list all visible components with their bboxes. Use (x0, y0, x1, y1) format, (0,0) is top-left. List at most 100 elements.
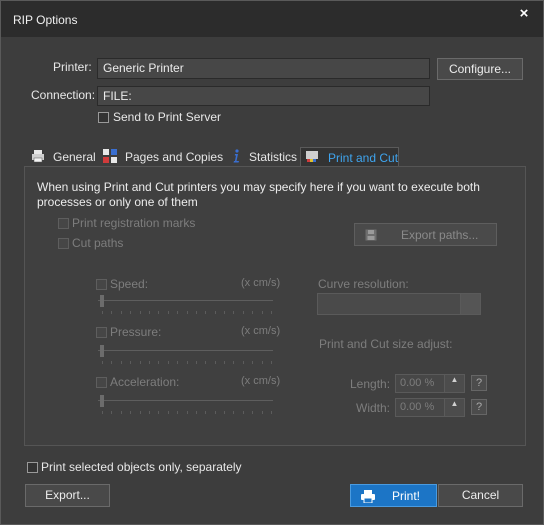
send-to-print-server-checkbox[interactable] (98, 112, 109, 123)
cut-paths-checkbox[interactable] (58, 238, 69, 249)
slider-tick (243, 311, 244, 314)
slider-tick (224, 361, 225, 364)
connection-label: Connection: (31, 88, 96, 102)
floppy-disk-icon (365, 229, 377, 241)
speed-slider-thumb[interactable] (100, 295, 104, 307)
print-selected-only-checkbox[interactable] (27, 462, 38, 473)
slider-tick (215, 311, 216, 314)
slider-tick (158, 411, 159, 414)
configure-button[interactable]: Configure... (437, 58, 523, 80)
print-registration-marks-label: Print registration marks (72, 216, 196, 230)
slider-tick (111, 411, 112, 414)
cancel-button[interactable]: Cancel (438, 484, 523, 507)
slider-tick (102, 361, 103, 364)
printer-icon (361, 490, 375, 503)
speed-slider-ticks (102, 311, 272, 314)
print-selected-only-label: Print selected objects only, separately (41, 460, 242, 474)
width-spinbox[interactable]: 0.00 % ▲ (395, 398, 465, 417)
curve-resolution-select[interactable] (317, 293, 481, 315)
export-paths-button[interactable]: Export paths... (354, 223, 497, 246)
pressure-unit: (x cm/s) (241, 325, 281, 337)
slider-tick (130, 311, 131, 314)
send-to-print-server-label: Send to Print Server (113, 110, 222, 124)
print-button[interactable]: Print! (350, 484, 437, 507)
slider-tick (224, 311, 225, 314)
connection-value: FILE: (103, 89, 132, 103)
slider-tick (121, 411, 122, 414)
printer-value: Generic Printer (103, 61, 184, 75)
slider-tick (252, 411, 253, 414)
slider-tick (224, 411, 225, 414)
slider-tick (177, 411, 178, 414)
slider-tick (111, 361, 112, 364)
slider-tick (262, 411, 263, 414)
title-bar: RIP Options × (1, 1, 543, 37)
slider-tick (205, 311, 206, 314)
length-spinbox[interactable]: 0.00 % ▲ (395, 374, 465, 393)
print-registration-marks-checkbox[interactable] (58, 218, 69, 229)
tab-general[interactable]: General (29, 147, 99, 167)
printer-label: Printer: (53, 60, 92, 74)
slider-tick (187, 411, 188, 414)
slider-tick (140, 311, 141, 314)
tab-print-and-cut[interactable]: Print and Cut (300, 147, 399, 167)
length-spin-arrows[interactable]: ▲ (444, 375, 464, 392)
pages-grid-icon (103, 149, 117, 163)
slider-tick (168, 311, 169, 314)
slider-tick (187, 311, 188, 314)
slider-tick (215, 361, 216, 364)
slider-tick (121, 361, 122, 364)
slider-tick (196, 411, 197, 414)
printer-icon (32, 150, 44, 163)
slider-tick (102, 311, 103, 314)
tab-pages-and-copies[interactable]: Pages and Copies (101, 147, 227, 167)
print-and-cut-icon (306, 151, 318, 162)
slider-tick (252, 311, 253, 314)
cut-paths-label: Cut paths (72, 236, 124, 250)
close-button[interactable]: × (513, 5, 535, 23)
curve-resolution-dropdown-arrow[interactable] (460, 294, 480, 314)
connection-field[interactable]: FILE: (97, 86, 430, 106)
print-and-cut-panel: When using Print and Cut printers you ma… (24, 166, 526, 446)
pressure-checkbox[interactable] (96, 327, 107, 338)
slider-tick (233, 311, 234, 314)
slider-tick (205, 361, 206, 364)
size-adjust-label: Print and Cut size adjust: (319, 337, 453, 351)
slider-tick (149, 361, 150, 364)
print-and-cut-description: When using Print and Cut printers you ma… (37, 180, 480, 209)
export-button[interactable]: Export... (25, 484, 110, 507)
slider-tick (140, 361, 141, 364)
slider-tick (187, 361, 188, 364)
slider-tick (149, 411, 150, 414)
length-help-button[interactable]: ? (471, 375, 487, 391)
slider-tick (252, 361, 253, 364)
slider-tick (262, 311, 263, 314)
slider-tick (177, 361, 178, 364)
acceleration-unit: (x cm/s) (241, 375, 281, 387)
slider-tick (168, 361, 169, 364)
slider-tick (149, 311, 150, 314)
slider-tick (271, 411, 272, 414)
pressure-slider-ticks (102, 361, 272, 364)
slider-tick (158, 311, 159, 314)
printer-select[interactable]: Generic Printer (97, 58, 430, 79)
width-label: Width: (356, 401, 391, 415)
slider-tick (233, 361, 234, 364)
tab-statistics[interactable]: Statistics (227, 147, 299, 167)
pressure-label: Pressure: (110, 325, 162, 339)
rip-options-dialog: RIP Options × Printer: Generic Printer C… (0, 0, 544, 525)
slider-tick (196, 361, 197, 364)
width-help-button[interactable]: ? (471, 399, 487, 415)
speed-checkbox[interactable] (96, 279, 107, 290)
window-title: RIP Options (13, 13, 78, 27)
slider-tick (102, 411, 103, 414)
acceleration-slider-thumb[interactable] (100, 395, 104, 407)
pressure-slider-thumb[interactable] (100, 345, 104, 357)
acceleration-checkbox[interactable] (96, 377, 107, 388)
length-label: Length: (350, 377, 391, 391)
slider-tick (111, 311, 112, 314)
chevron-up-icon: ▲ (450, 375, 459, 384)
slider-tick (243, 361, 244, 364)
width-spin-arrows[interactable]: ▲ (444, 399, 464, 416)
slider-tick (121, 311, 122, 314)
